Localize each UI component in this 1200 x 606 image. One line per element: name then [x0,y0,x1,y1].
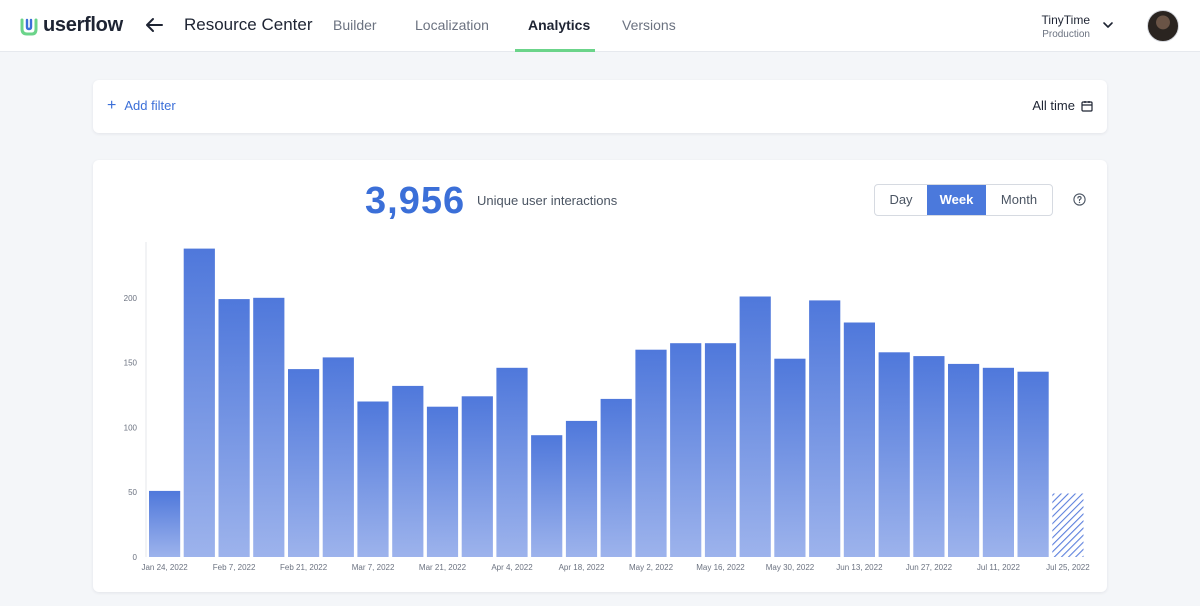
x-tick-label: Feb 21, 2022 [280,563,328,572]
bar-week[interactable] [809,300,841,557]
x-tick-label: May 16, 2022 [696,563,745,572]
bar-week[interactable] [218,299,250,557]
bar-partial-week[interactable] [1052,493,1084,558]
calendar-icon [1081,100,1093,112]
bar-week[interactable] [565,420,598,557]
bar-week[interactable] [878,352,910,557]
x-tick-label: Jan 24, 2022 [141,563,188,572]
top-navigation-bar: userflow Resource Center Builder Localiz… [0,0,1200,52]
analytics-chart-card: 3,956 Unique user interactions Day Week … [93,160,1107,592]
bar-week[interactable] [531,435,563,557]
y-tick-label: 150 [124,359,138,368]
back-arrow-icon[interactable] [143,14,165,36]
org-name: TinyTime [1041,13,1090,27]
date-range-picker[interactable]: All time [1032,98,1093,113]
environment-name: Production [1042,29,1090,40]
bar-week[interactable] [843,322,875,558]
tab-analytics[interactable]: Analytics [528,17,590,33]
bar-week[interactable] [288,369,320,557]
bar-week[interactable] [704,343,737,557]
x-tick-label: Apr 18, 2022 [559,563,605,572]
page-title: Resource Center [184,15,313,34]
bar-week[interactable] [739,296,771,558]
date-range-label: All time [1032,98,1075,113]
x-tick-label: Mar 21, 2022 [419,563,467,572]
add-filter-button[interactable]: + Add filter [107,96,176,114]
x-tick-label: Jul 11, 2022 [977,563,1021,572]
tab-localization[interactable]: Localization [415,17,489,33]
chevron-down-icon[interactable] [1102,19,1114,31]
active-tab-indicator [515,49,595,52]
x-tick-label: Jun 27, 2022 [906,563,953,572]
add-filter-label: Add filter [124,98,176,113]
bar-week[interactable] [774,358,806,557]
x-tick-label: Feb 7, 2022 [213,563,256,572]
y-tick-label: 100 [124,423,138,432]
bar-week[interactable] [600,398,632,557]
bar-week[interactable] [913,356,945,557]
bar-week[interactable] [496,367,528,557]
weekly-interactions-bar-chart: 0 50 100 150 200 Jan 24, 2022 Feb 7, 2022 Feb … [124,242,1090,572]
environment-switcher[interactable]: TinyTime Production [1042,13,1090,40]
bar-week[interactable] [1017,371,1049,557]
bar-week[interactable] [461,396,493,557]
bar-week[interactable] [982,367,1014,557]
tab-builder[interactable]: Builder [333,17,377,33]
tab-versions[interactable]: Versions [622,17,676,33]
brand-name: userflow [43,14,123,36]
y-tick-label: 0 [133,553,138,562]
x-tick-label: Jul 25, 2022 [1046,563,1090,572]
x-tick-label: Jun 13, 2022 [836,563,883,572]
bar-week[interactable] [635,349,667,557]
bar-week[interactable] [322,357,354,557]
plus-icon: + [107,96,117,114]
filter-bar: + Add filter All time [93,80,1107,133]
x-tick-label: Mar 7, 2022 [352,563,395,572]
bar-week[interactable] [392,385,424,557]
bar-week[interactable] [426,406,459,557]
y-tick-label: 200 [124,294,138,303]
userflow-logo-icon [20,18,38,35]
user-avatar[interactable] [1147,10,1179,42]
bar-week[interactable] [253,297,285,557]
x-tick-label: May 30, 2022 [766,563,815,572]
bar-week[interactable] [357,401,389,558]
bar-week[interactable] [149,490,181,557]
bar-week[interactable] [670,343,702,557]
y-tick-label: 50 [128,488,137,497]
bar-week[interactable] [948,363,980,557]
bar-week[interactable] [183,248,215,557]
x-tick-label: May 2, 2022 [629,563,674,572]
x-tick-label: Apr 4, 2022 [491,563,533,572]
userflow-logo[interactable]: userflow [19,14,123,37]
